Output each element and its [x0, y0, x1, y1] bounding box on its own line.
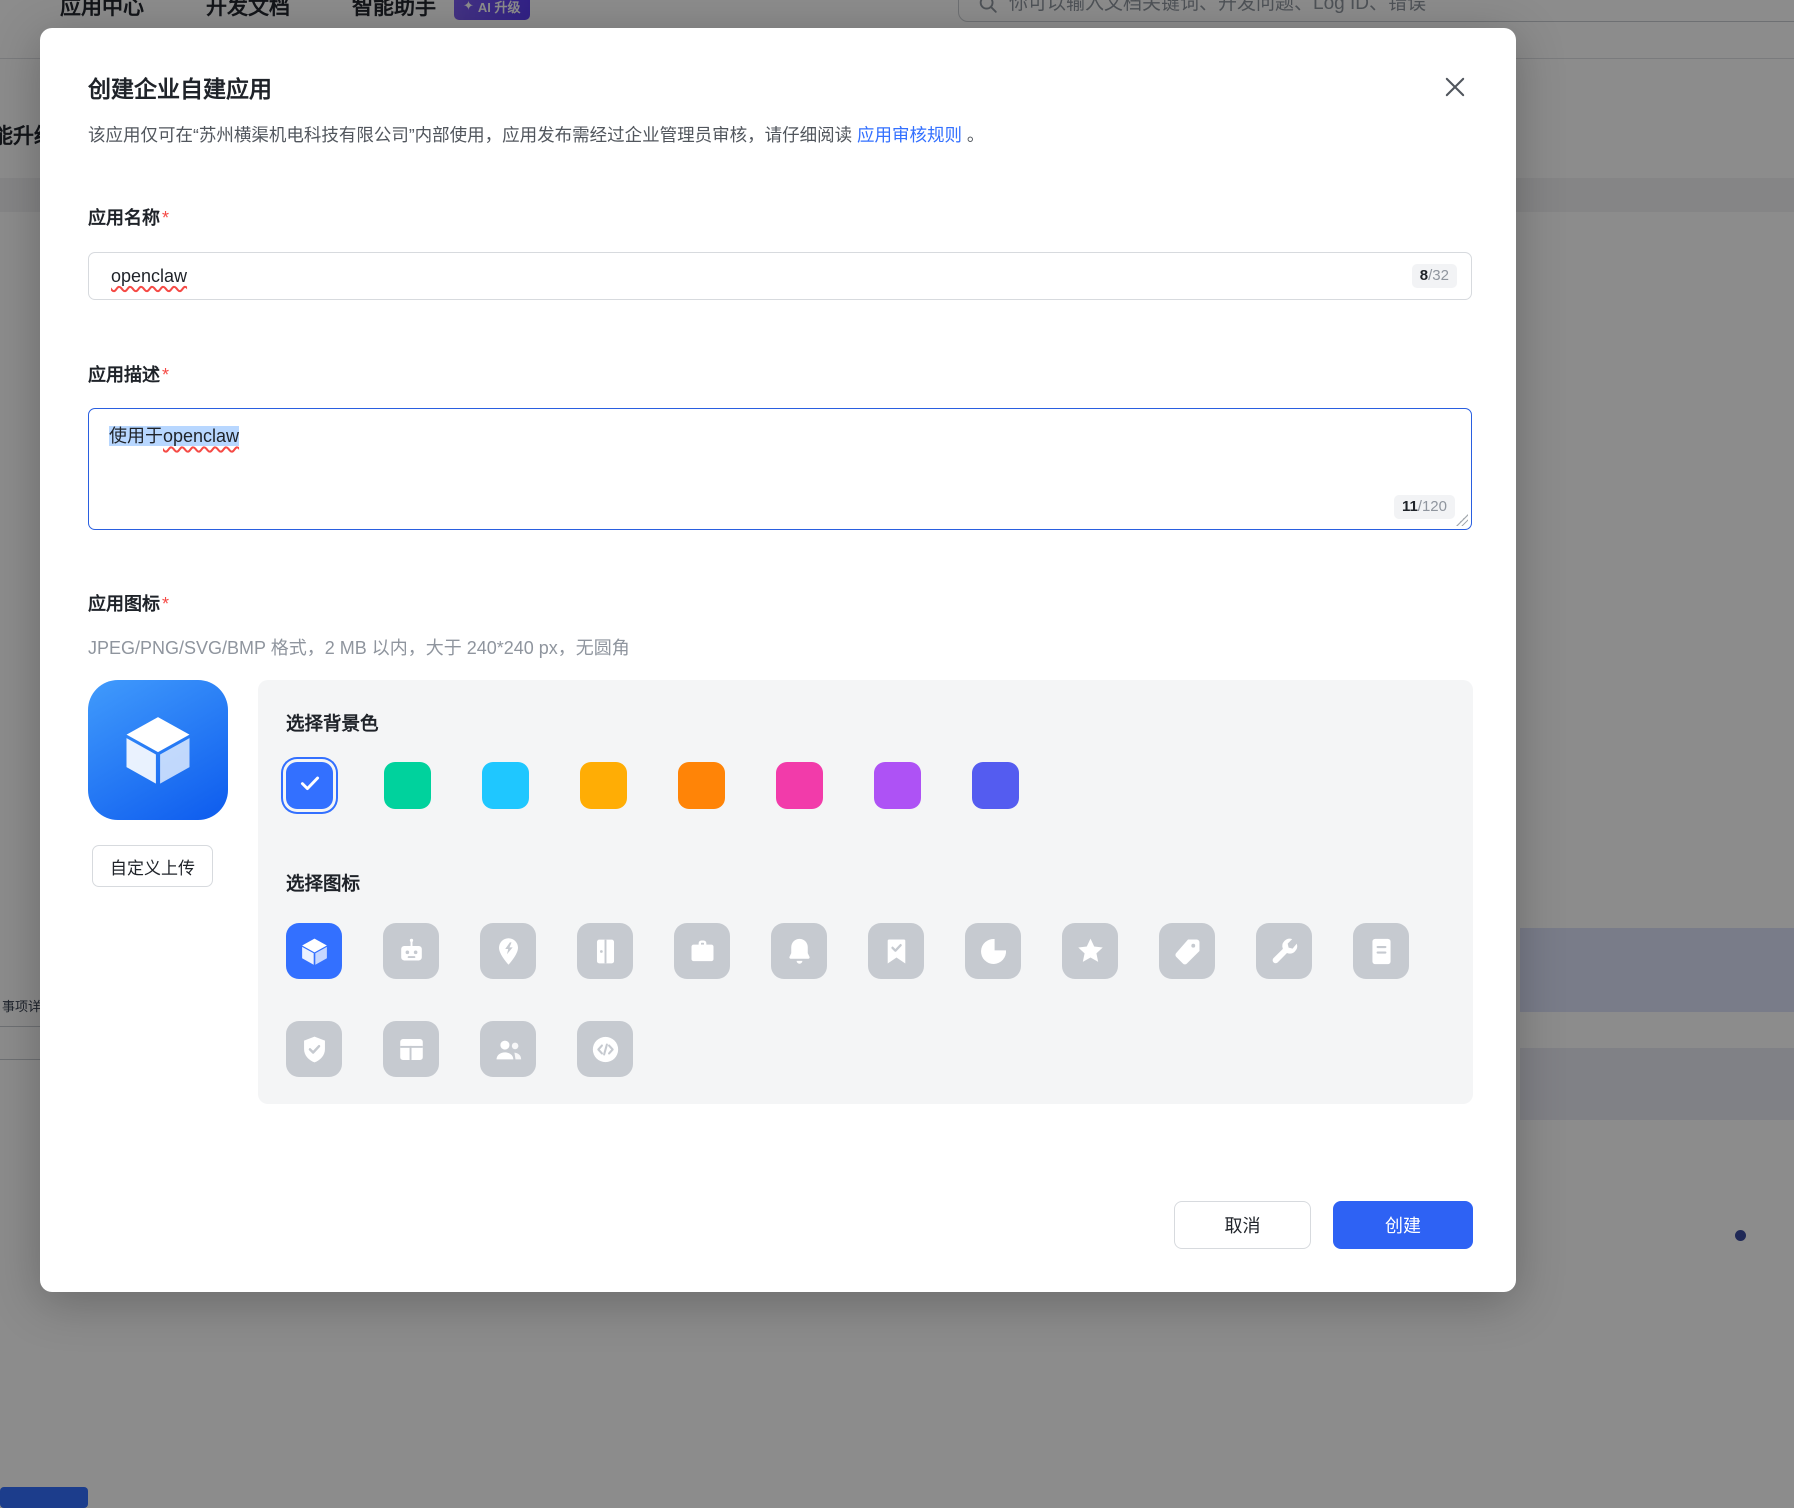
icon-picker-panel: 选择背景色 选择图标	[258, 680, 1473, 1104]
resize-handle-icon[interactable]	[1456, 514, 1468, 526]
color-swatch-6[interactable]	[776, 762, 823, 809]
location-bolt-icon	[492, 935, 525, 968]
icon-option-wrench[interactable]	[1256, 923, 1312, 979]
app-name-input[interactable]: openclaw 8/32	[88, 252, 1472, 300]
icon-option-bookmark-check[interactable]	[868, 923, 924, 979]
bookmark-check-icon	[880, 935, 913, 968]
check-icon	[297, 770, 323, 801]
app-desc-textarea[interactable]: 使用于openclaw 11/120	[88, 408, 1472, 530]
modal-footer: 取消 创建	[1174, 1201, 1473, 1249]
robot-icon	[395, 935, 428, 968]
color-swatch-4[interactable]	[580, 762, 627, 809]
modal-title: 创建企业自建应用	[88, 70, 272, 104]
icon-option-bell[interactable]	[771, 923, 827, 979]
icon-option-star[interactable]	[1062, 923, 1118, 979]
counter-current: 8	[1420, 267, 1428, 285]
create-app-modal: 创建企业自建应用 该应用仅可在“苏州横渠机电科技有限公司”内部使用，应用发布需经…	[40, 28, 1516, 1292]
subtitle-suffix: 。	[962, 125, 984, 145]
color-swatch-2[interactable]	[384, 762, 431, 809]
color-swatch-5[interactable]	[678, 762, 725, 809]
app-name-counter: 8/32	[1412, 264, 1457, 288]
icon-option-briefcase[interactable]	[674, 923, 730, 979]
bg-color-section-title: 选择背景色	[286, 710, 379, 736]
star-icon	[1074, 935, 1107, 968]
icon-option-tag[interactable]	[1159, 923, 1215, 979]
app-icon-preview	[88, 680, 228, 820]
briefcase-icon	[686, 935, 719, 968]
app-desc-value-prefix: 使用于	[109, 426, 163, 446]
icon-option-layout[interactable]	[383, 1021, 439, 1077]
icon-option-code[interactable]	[577, 1021, 633, 1077]
app-name-label: 应用名称*	[88, 204, 169, 230]
icon-option-users[interactable]	[480, 1021, 536, 1077]
counter-max: /32	[1428, 267, 1449, 285]
required-asterisk: *	[162, 365, 169, 385]
app-desc-value-word: openclaw	[163, 426, 239, 446]
tag-icon	[1171, 935, 1204, 968]
app-icon-label: 应用图标*	[88, 590, 169, 616]
app-name-value: openclaw	[111, 266, 187, 287]
app-icon-label-text: 应用图标	[88, 594, 160, 614]
required-asterisk: *	[162, 594, 169, 614]
cube-icon	[298, 935, 331, 968]
pie-chart-icon	[977, 935, 1010, 968]
icon-option-document[interactable]	[1353, 923, 1409, 979]
required-asterisk: *	[162, 208, 169, 228]
color-swatch-3[interactable]	[482, 762, 529, 809]
icon-option-cube[interactable]	[286, 923, 342, 979]
subtitle-text: 该应用仅可在“苏州横渠机电科技有限公司”内部使用，应用发布需经过企业管理员审核，…	[88, 125, 857, 145]
color-swatch-8[interactable]	[972, 762, 1019, 809]
icon-option-book[interactable]	[577, 923, 633, 979]
icon-option-robot[interactable]	[383, 923, 439, 979]
document-icon	[1365, 935, 1398, 968]
app-name-label-text: 应用名称	[88, 208, 160, 228]
counter-max: /120	[1418, 498, 1447, 516]
cancel-button[interactable]: 取消	[1174, 1201, 1311, 1249]
modal-subtitle: 该应用仅可在“苏州横渠机电科技有限公司”内部使用，应用发布需经过企业管理员审核，…	[88, 122, 1472, 148]
book-icon	[589, 935, 622, 968]
color-swatches	[286, 762, 1019, 809]
app-desc-counter: 11/120	[1394, 495, 1455, 519]
review-rules-link[interactable]: 应用审核规则	[857, 125, 962, 145]
screen: 应用中心 开发文档 智能助手 ✦ AI 升级 你可以输入文档关键词、开发问题、L…	[0, 0, 1794, 1508]
cube-icon	[116, 708, 200, 792]
counter-current: 11	[1402, 498, 1418, 516]
close-button[interactable]	[1438, 70, 1472, 104]
shield-check-icon	[298, 1033, 331, 1066]
icon-option-shield-check[interactable]	[286, 1021, 342, 1077]
close-icon	[1441, 73, 1469, 101]
app-desc-label: 应用描述*	[88, 361, 169, 387]
app-desc-label-text: 应用描述	[88, 365, 160, 385]
color-swatch-1[interactable]	[286, 762, 333, 809]
icon-grid	[286, 923, 1446, 1077]
icon-section-title: 选择图标	[286, 870, 360, 896]
wrench-icon	[1268, 935, 1301, 968]
layout-icon	[395, 1033, 428, 1066]
icon-option-pie-chart[interactable]	[965, 923, 1021, 979]
bell-icon	[783, 935, 816, 968]
custom-upload-button[interactable]: 自定义上传	[92, 845, 213, 887]
icon-option-location-bolt[interactable]	[480, 923, 536, 979]
users-icon	[492, 1033, 525, 1066]
icon-format-hint: JPEG/PNG/SVG/BMP 格式，2 MB 以内，大于 240*240 p…	[88, 634, 630, 660]
color-swatch-7[interactable]	[874, 762, 921, 809]
code-icon	[589, 1033, 622, 1066]
create-button[interactable]: 创建	[1333, 1201, 1473, 1249]
